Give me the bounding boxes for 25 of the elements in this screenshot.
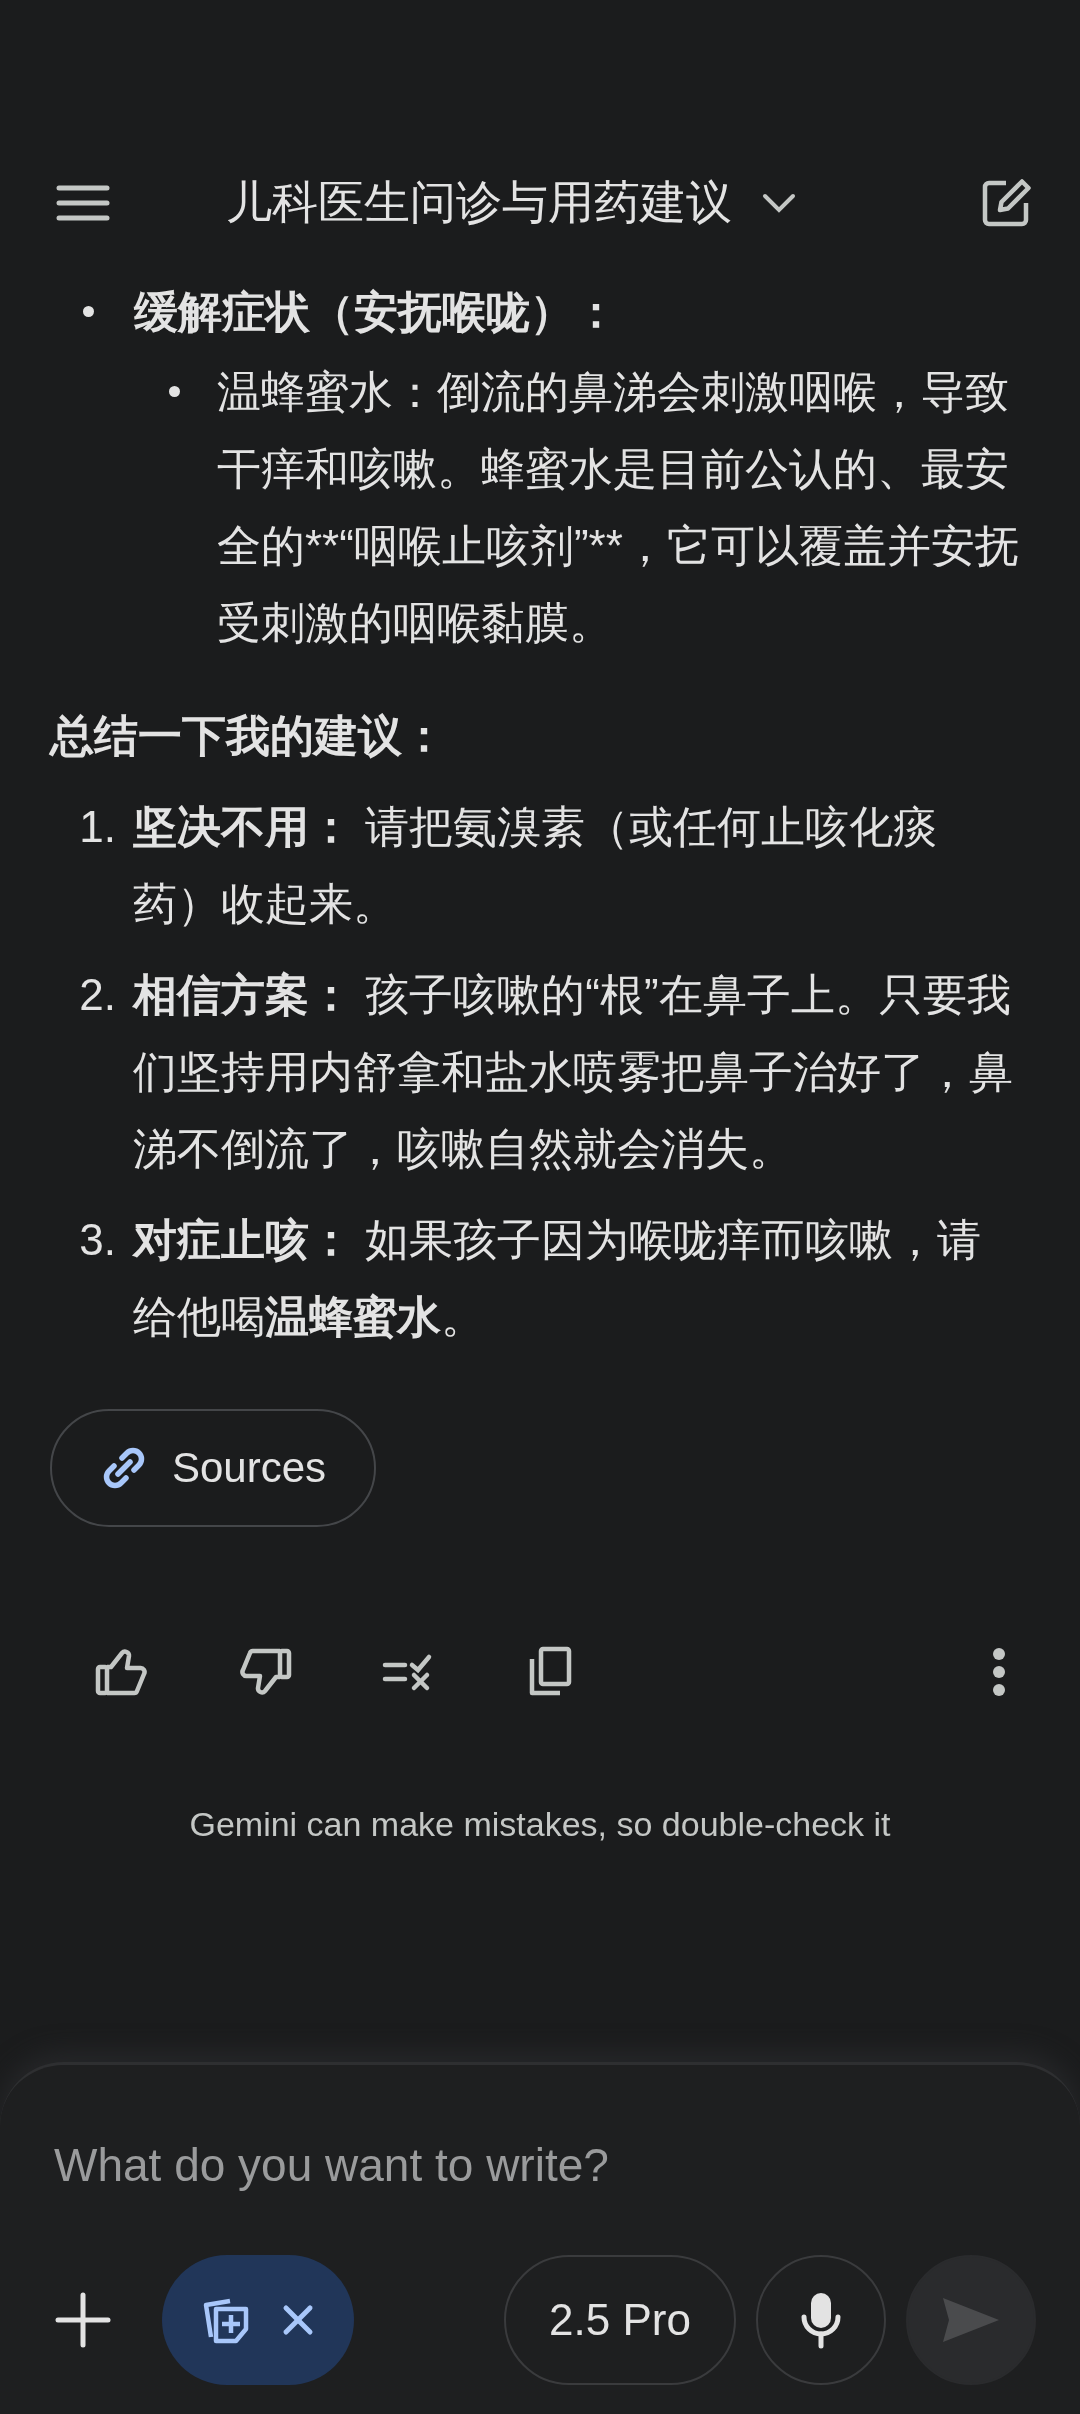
summary-item-text: 坚决不用： 请把氨溴素（或任何止咳化痰药）收起来。 <box>133 801 939 930</box>
add-icon[interactable] <box>55 2292 111 2348</box>
more-options-icon[interactable] <box>992 1647 1006 1697</box>
summary-item-text: 对症止咳： 如果孩子因为喉咙痒而咳嗽，请给他喝温蜂蜜水。 <box>133 1214 983 1343</box>
sources-button[interactable]: Sources <box>50 1409 377 1527</box>
list-number: 1. <box>78 801 117 853</box>
edit-icon[interactable] <box>980 177 1032 229</box>
summary-heading: 总结一下我的建议： <box>50 710 447 762</box>
bullet-icon <box>169 386 180 397</box>
bullet-icon <box>83 306 94 317</box>
bullet-text: 温蜂蜜水：倒流的鼻涕会刺激咽喉，导致干痒和咳嗽。蜂蜜水是目前公认的、最安全的**“咽喉止咳剂”**，它可以覆盖并安抚受刺激的咽喉黏膜。 <box>217 366 1020 649</box>
summary-item-text: 相信方案： 孩子咳嗽的“根”在鼻子上。只要我们坚持用内舒拿和盐水喷雾把鼻子治好了，鼻涕不倒流了，咳嗽自然就会消失。 <box>133 969 1013 1175</box>
close-icon[interactable] <box>282 2304 314 2336</box>
disclaimer-text: Gemini can make mistakes, so double-check it <box>188 1805 892 1844</box>
send-icon <box>941 2296 1001 2344</box>
microphone-button[interactable] <box>756 2255 886 2385</box>
microphone-icon <box>799 2291 843 2349</box>
conversation-title[interactable]: 儿科医生问诊与用药建议 <box>226 172 796 234</box>
chevron-down-icon <box>762 193 796 213</box>
prompt-input[interactable]: What do you want to write? <box>28 2125 1052 2205</box>
bullet-heading: 缓解症状（安抚喉咙）： <box>134 286 618 338</box>
list-number: 2. <box>78 969 117 1021</box>
model-selector[interactable]: 2.5 Pro <box>504 2255 736 2385</box>
list-number: 3. <box>78 1214 117 1266</box>
menu-icon[interactable] <box>56 184 110 222</box>
